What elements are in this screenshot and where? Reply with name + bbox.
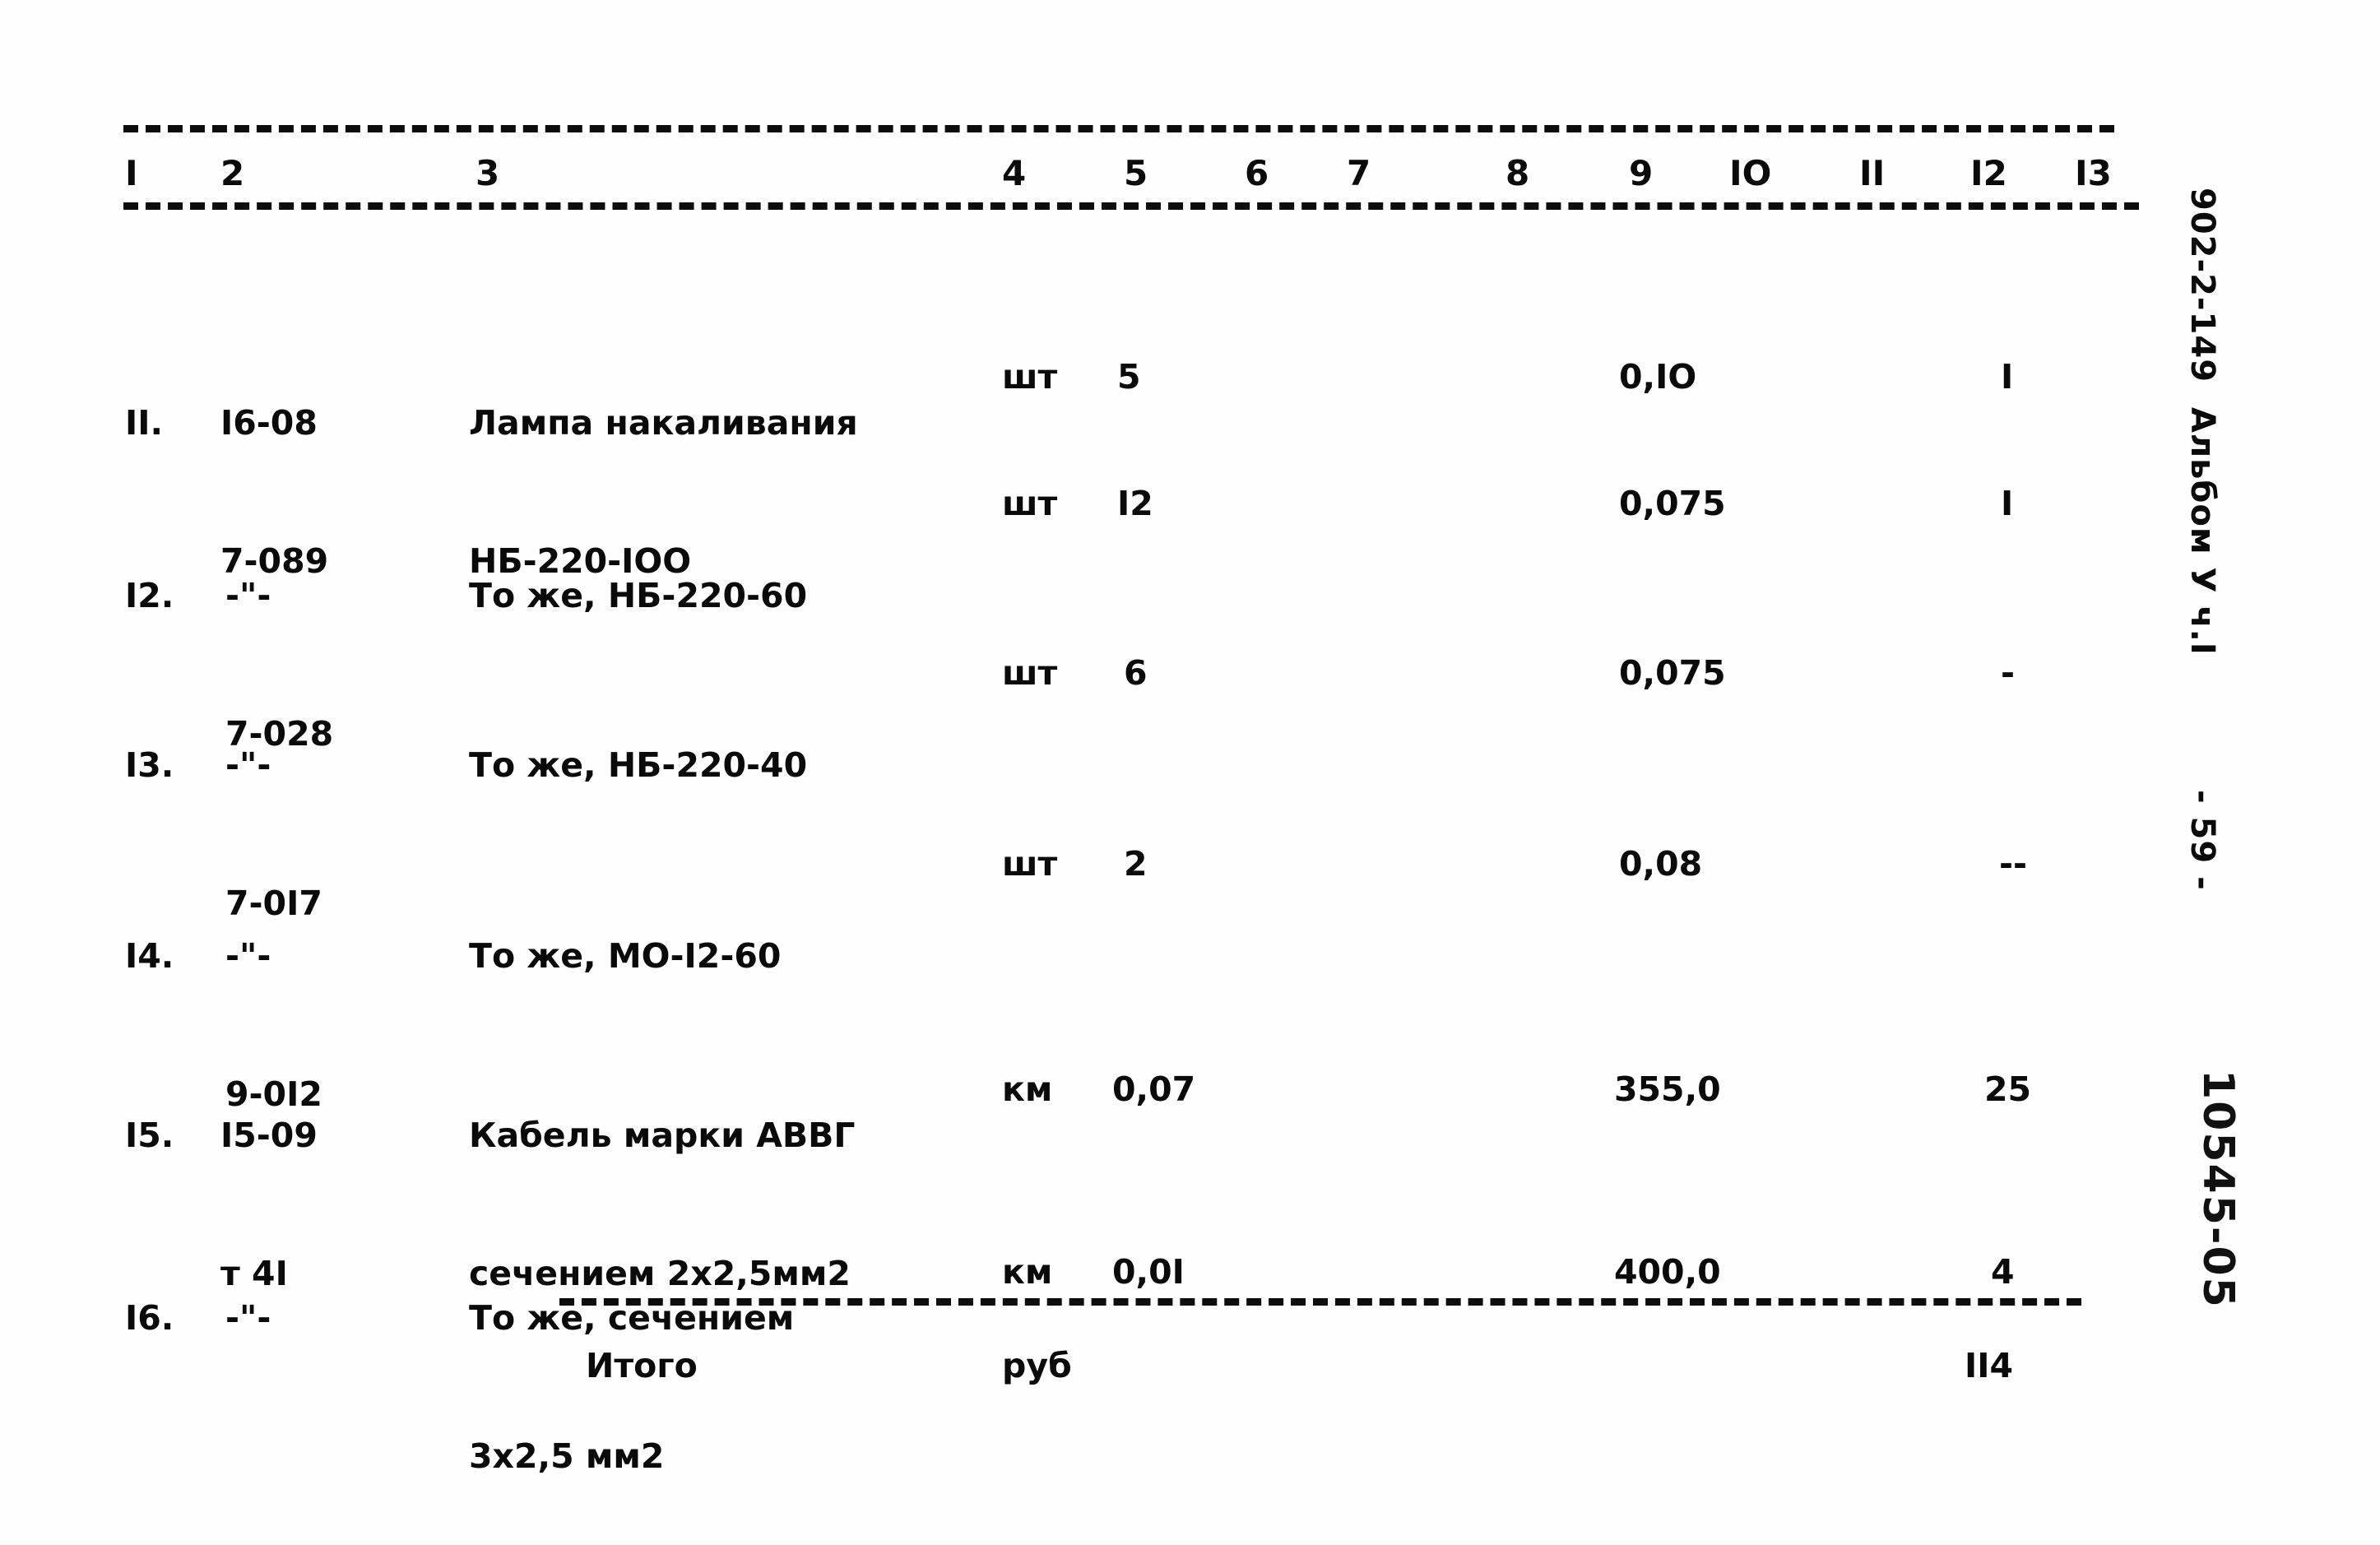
column-number-12: I2	[1970, 153, 2007, 193]
row-name-line1: То же, НБ-220-40	[469, 745, 808, 785]
row-total: I	[2001, 357, 2014, 397]
row-code-line1: -"-	[225, 1298, 271, 1338]
row-total: 4	[1991, 1252, 2015, 1292]
row-unit: км	[1002, 1069, 1053, 1109]
row-name-line2: 3х2,5 мм2	[469, 1436, 665, 1476]
row-qty: 5	[1117, 357, 1141, 397]
header-rule-top	[123, 125, 2114, 132]
column-number-10: IO	[1729, 153, 1772, 193]
row-unit: шт	[1002, 844, 1058, 884]
column-number-5: 5	[1124, 153, 1148, 193]
footer-rule	[559, 1298, 2081, 1306]
column-number-7: 7	[1347, 153, 1371, 193]
row-unit: шт	[1002, 653, 1058, 693]
row-price: 0,08	[1619, 844, 1703, 884]
page-number-margin: - 59 -	[2183, 790, 2221, 891]
scan-grain-overlay	[0, 0, 2380, 1545]
row-price: 0,075	[1619, 484, 1726, 523]
handwritten-stamp: 10545-05	[2193, 1069, 2243, 1309]
row-total: I	[2001, 484, 2014, 523]
row-qty: 0,0I	[1112, 1252, 1185, 1292]
sheet-code-margin: 902-2-149 Альбом У ч.I	[2183, 188, 2221, 656]
row-code-line1: -"-	[225, 576, 271, 615]
row-qty: 0,07	[1112, 1069, 1196, 1109]
row-name-line1: Лампа накаливания	[469, 403, 858, 443]
row-number: I3.	[125, 745, 174, 785]
row-name-line1: То же, НБ-220-60	[469, 576, 808, 615]
row-number: II.	[125, 403, 164, 443]
row-number: I5.	[125, 1116, 174, 1155]
footer-unit: руб	[1002, 1346, 1072, 1385]
row-name-line1: Кабель марки АВВГ	[469, 1116, 856, 1155]
column-number-6: 6	[1245, 153, 1269, 193]
row-qty: I2	[1117, 484, 1153, 523]
row-unit: км	[1002, 1252, 1053, 1292]
row-code-line1: I6-08	[220, 403, 318, 443]
column-number-8: 8	[1505, 153, 1530, 193]
row-price: 0,IO	[1619, 357, 1697, 397]
row-code-line1: -"-	[225, 745, 271, 785]
row-code-line1: I5-09	[220, 1116, 318, 1155]
scanned-page: I 2 3 4 5 6 7 8 9 IO II I2 I3 II. I6-08 …	[0, 0, 2380, 1545]
footer-label: Итого	[586, 1346, 698, 1385]
row-name-line1: То же, МО-I2-60	[469, 936, 782, 976]
column-number-9: 9	[1629, 153, 1654, 193]
column-number-2: 2	[220, 153, 245, 193]
row-total: 25	[1984, 1069, 2032, 1109]
row-code: -"-	[225, 1203, 272, 1433]
row-unit: шт	[1002, 357, 1058, 397]
row-unit: шт	[1002, 484, 1058, 523]
row-total: -	[2001, 653, 2016, 693]
row-qty: 6	[1124, 653, 1148, 693]
row-price: 400,0	[1614, 1252, 1721, 1292]
column-number-1: I	[125, 153, 138, 193]
row-price: 0,075	[1619, 653, 1726, 693]
row-code-line1: -"-	[225, 936, 271, 976]
footer-total: II4	[1965, 1346, 2014, 1385]
column-number-4: 4	[1002, 153, 1027, 193]
column-number-3: 3	[476, 153, 500, 193]
table-row: I6.	[125, 1203, 174, 1433]
row-number: I2.	[125, 576, 174, 615]
row-number: I4.	[125, 936, 174, 976]
row-number: I6.	[125, 1298, 174, 1338]
row-qty: 2	[1124, 844, 1148, 884]
column-number-11: II	[1859, 153, 1886, 193]
row-total: --	[1999, 844, 2028, 884]
header-rule-bottom	[123, 202, 2139, 210]
row-price: 355,0	[1614, 1069, 1721, 1109]
column-number-13: I3	[2075, 153, 2112, 193]
